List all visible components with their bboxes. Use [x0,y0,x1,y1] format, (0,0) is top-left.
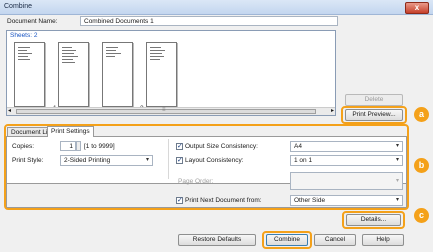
tab-print-settings[interactable]: Print Settings [47,126,94,137]
sheet-thumbnail[interactable] [146,42,177,107]
horizontal-scrollbar[interactable]: ◂ ≡ ▸ [7,107,335,115]
sheet-thumbnail[interactable] [102,42,133,107]
delete-button[interactable]: Delete [345,94,403,106]
document-name-input[interactable]: Combined Documents 1 [80,16,338,26]
callout-badge-b: b [414,158,429,173]
callout-frame-combine [262,231,312,249]
window-title: Combine [4,3,33,10]
callout-frame-c [342,211,405,229]
sheet-thumbnail[interactable] [14,42,45,107]
scroll-left-icon[interactable]: ◂ [8,107,11,114]
scrollbar-thumb[interactable] [16,109,316,114]
close-icon: x [414,3,420,12]
document-name-label: Document Name: [7,18,58,25]
sheet-thumbnail[interactable] [58,42,89,107]
help-button[interactable]: Help [362,234,404,246]
title-bar: Combine x [0,0,433,15]
cancel-button[interactable]: Cancel [314,234,356,246]
scroll-right-icon[interactable]: ▸ [331,107,334,114]
callout-badge-a: a [414,107,429,122]
sheets-count-label: Sheets: 2 [10,32,38,39]
callout-frame-a [341,106,407,124]
scrollbar-grip-icon: ≡ [162,107,166,113]
callout-badge-c: c [414,208,429,223]
sheets-preview-pane: Sheets: 2 1 2 ◂ ≡ ▸ [6,30,336,116]
restore-defaults-button[interactable]: Restore Defaults [178,234,256,246]
close-button[interactable]: x [405,2,429,14]
